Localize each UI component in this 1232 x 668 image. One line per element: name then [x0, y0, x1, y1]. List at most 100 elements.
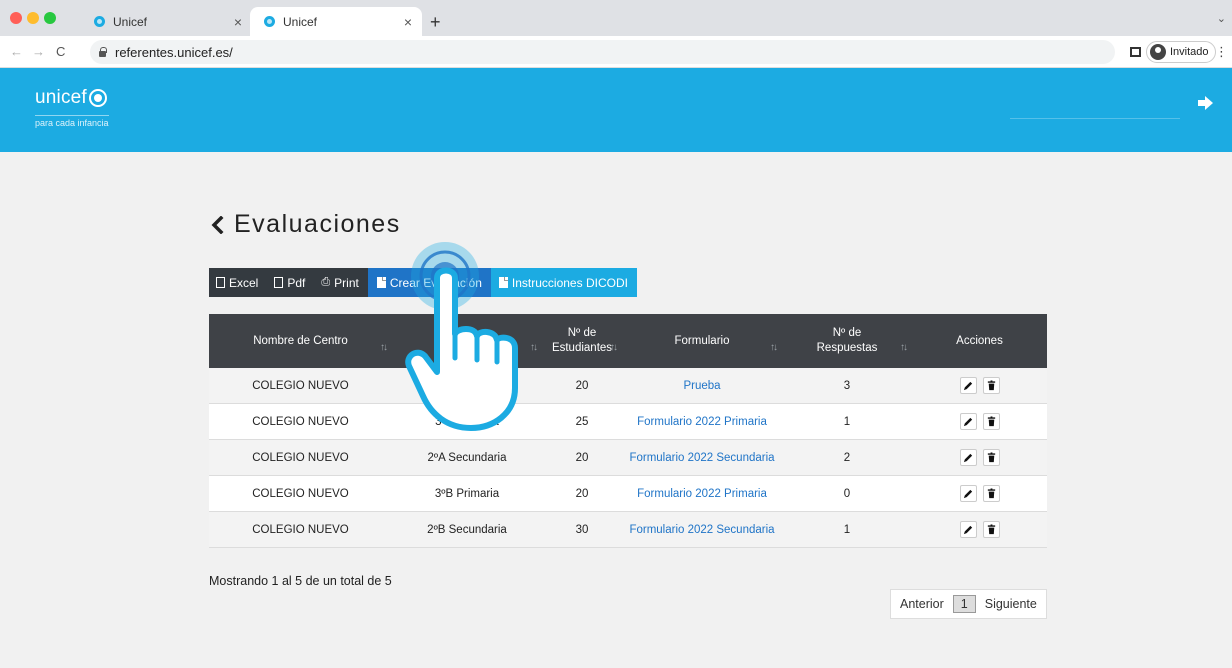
browser-tab-2[interactable]: Unicef ×: [250, 7, 422, 36]
file-icon: [376, 277, 386, 288]
lock-icon[interactable]: [98, 46, 107, 58]
next-page-button[interactable]: Siguiente: [976, 590, 1046, 618]
unicef-logo[interactable]: unicef: [35, 87, 107, 109]
table-row: COLEGIO NUEVO 20 Prueba 3: [209, 368, 1047, 404]
cell-acciones: [912, 476, 1047, 511]
header-nombre-centro[interactable]: Nombre de Centro ↑↓: [209, 314, 392, 368]
pencil-icon[interactable]: [959, 377, 977, 394]
globe-icon: [88, 89, 107, 107]
header-label: Nombre de Centro: [253, 334, 348, 347]
trash-icon[interactable]: [982, 413, 1000, 430]
page-title-text: Evaluaciones: [234, 210, 401, 238]
cell-centro: COLEGIO NUEVO: [252, 415, 349, 428]
cell-acciones: [912, 440, 1047, 475]
back-arrow-icon[interactable]: ←: [10, 44, 23, 59]
cell-formulario-link[interactable]: Formulario 2022 Primaria: [622, 404, 782, 439]
reload-icon[interactable]: C: [56, 44, 65, 59]
print-label: Print: [334, 275, 359, 290]
header-label: Acciones: [956, 334, 1003, 347]
header-estudiantes[interactable]: Nº de Estudiantes ↑↓: [542, 314, 622, 368]
tab-close-icon[interactable]: ×: [404, 14, 412, 30]
cell-respuestas: 1: [843, 523, 851, 536]
cell-acciones: [912, 512, 1047, 547]
export-toolbar: Excel Pdf ⎙ Print Crear Evaluación Instr…: [209, 268, 637, 297]
unicef-favicon-icon: [264, 16, 275, 27]
address-bar[interactable]: referentes.unicef.es/: [90, 40, 1115, 64]
instructions-button[interactable]: Instrucciones DICODI: [490, 268, 637, 297]
profile-button[interactable]: Invitado: [1146, 41, 1216, 63]
table-header: Nombre de Centro ↑↓ Grupo ↑↓ Nº de Estudia…: [209, 314, 1047, 368]
cell-centro: COLEGIO NUEVO: [252, 523, 349, 536]
cell-respuestas: 3: [843, 379, 851, 392]
instructions-label: Instrucciones DICODI: [511, 275, 628, 290]
table-row: COLEGIO NUEVO 3ºA Primaria 25 Formulario 20…: [209, 404, 1047, 440]
file-pdf-icon: [274, 277, 284, 288]
profile-label: Invitado: [1170, 46, 1209, 58]
browser-toolbar: ← → C referentes.unicef.es/ Invitado ⋮: [0, 36, 1232, 68]
cell-grupo: 3ºB Primaria: [434, 487, 500, 500]
trash-icon[interactable]: [982, 485, 1000, 502]
cell-respuestas: 1: [843, 415, 851, 428]
cell-estudiantes: 20: [575, 379, 589, 392]
evaluations-table: Nombre de Centro ↑↓ Grupo ↑↓ Nº de Estudia…: [209, 314, 1047, 548]
cell-estudiantes: 20: [575, 487, 589, 500]
pdf-button[interactable]: Pdf: [267, 268, 315, 297]
sort-icon: ↑↓: [900, 342, 908, 353]
cell-estudiantes: 20: [575, 451, 589, 464]
table-info-text: Mostrando 1 al 5 de un total de 5: [209, 574, 392, 588]
cell-grupo: [392, 368, 542, 403]
header-acciones: Acciones: [912, 314, 1047, 368]
table-body: COLEGIO NUEVO 20 Prueba 3 COLEGIO NUEVO 3ºA P…: [209, 368, 1047, 548]
pdf-label: Pdf: [287, 275, 306, 290]
tab-close-icon[interactable]: ×: [234, 14, 242, 30]
sort-icon: ↑↓: [380, 342, 388, 353]
cell-respuestas: 0: [843, 487, 851, 500]
unicef-favicon-icon: [94, 16, 105, 27]
trash-icon[interactable]: [982, 377, 1000, 394]
header-formulario[interactable]: Formulario ↑↓: [622, 314, 782, 368]
trash-icon[interactable]: [982, 449, 1000, 466]
cell-formulario-link[interactable]: Formulario 2022 Secundaria: [622, 440, 782, 475]
trash-icon[interactable]: [982, 521, 1000, 538]
minimize-window-button[interactable]: [27, 12, 39, 24]
previous-page-button[interactable]: Anterior: [891, 590, 953, 618]
header-label: Nº de Estudiantes: [551, 327, 613, 354]
printer-icon: ⎙: [321, 276, 331, 288]
page-title: Evaluaciones: [210, 210, 401, 239]
cell-acciones: [912, 404, 1047, 439]
header-respuestas[interactable]: Nº de Respuestas ↑↓: [782, 314, 912, 368]
header-grupo[interactable]: Grupo ↑↓: [392, 314, 542, 368]
cell-acciones: [912, 368, 1047, 403]
new-tab-icon[interactable]: +: [430, 13, 441, 31]
cell-formulario-link[interactable]: Formulario 2022 Secundaria: [622, 512, 782, 547]
cell-grupo: 2ºA Secundaria: [427, 451, 507, 464]
excel-button[interactable]: Excel: [209, 268, 268, 297]
page-1-button[interactable]: 1: [952, 595, 976, 613]
table-row: COLEGIO NUEVO 2ºB Secundaria 30 Formulario …: [209, 512, 1047, 548]
logo-text: unicef: [35, 87, 87, 108]
browser-tab-1[interactable]: Unicef ×: [80, 7, 252, 36]
forward-arrow-icon[interactable]: →: [32, 44, 45, 59]
cell-grupo: 2ºB Secundaria: [427, 523, 507, 536]
cell-formulario-link[interactable]: Prueba: [622, 368, 782, 403]
table-row: COLEGIO NUEVO 3ºB Primaria 20 Formulario 20…: [209, 476, 1047, 512]
cell-formulario-link[interactable]: Formulario 2022 Primaria: [622, 476, 782, 511]
create-label: Crear Evaluación: [389, 275, 482, 290]
sort-icon: ↑↓: [610, 342, 618, 353]
sort-icon: ↑↓: [770, 342, 778, 353]
close-window-button[interactable]: [10, 12, 22, 24]
pencil-icon[interactable]: [959, 413, 977, 430]
pencil-icon[interactable]: [959, 521, 977, 538]
guest-avatar-icon: [1150, 44, 1166, 60]
logout-icon[interactable]: [1197, 95, 1215, 111]
print-button[interactable]: ⎙ Print: [314, 268, 368, 297]
tab-search-chevron-icon[interactable]: ⌄: [1217, 12, 1226, 25]
chevron-left-icon[interactable]: [210, 215, 224, 234]
pencil-icon[interactable]: [959, 449, 977, 466]
pencil-icon[interactable]: [959, 485, 977, 502]
kebab-menu-icon[interactable]: ⋮: [1215, 44, 1228, 60]
side-panel-icon[interactable]: [1130, 47, 1141, 57]
maximize-window-button[interactable]: [44, 12, 56, 24]
create-evaluation-button[interactable]: Crear Evaluación: [367, 268, 491, 297]
tab-title: Unicef: [283, 14, 318, 29]
